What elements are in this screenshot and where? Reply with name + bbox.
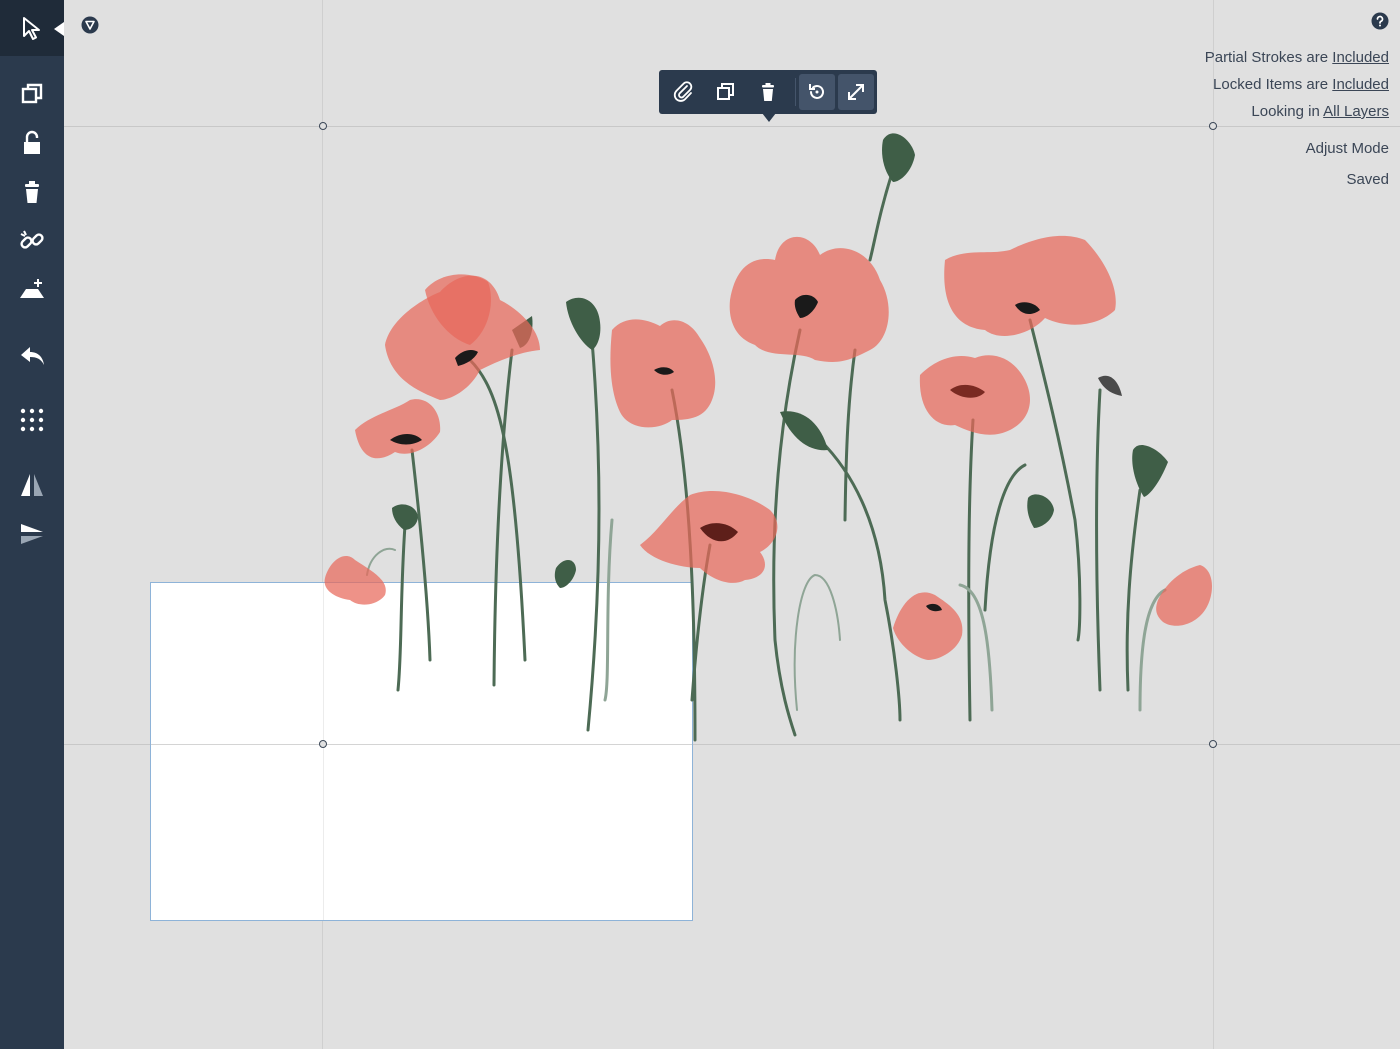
filter-icon[interactable] — [81, 16, 99, 34]
grid-button[interactable] — [0, 398, 64, 442]
mode-label: Adjust Mode — [1305, 140, 1389, 157]
toolbar-separator — [795, 78, 796, 106]
toolbar-delete-button[interactable] — [747, 74, 789, 110]
save-status: Saved — [1346, 171, 1389, 188]
select-icon — [23, 17, 40, 40]
attach-button[interactable] — [663, 74, 705, 110]
rotate-button[interactable] — [799, 74, 835, 110]
guide-over-rectangle-h — [151, 744, 692, 745]
duplicate-button[interactable] — [0, 72, 64, 116]
toolbar-duplicate-button[interactable] — [705, 74, 747, 110]
duplicate-icon — [717, 83, 734, 100]
guide-over-rectangle — [323, 583, 324, 920]
locked-items-toggle[interactable]: Included — [1332, 76, 1389, 93]
trash-icon — [762, 83, 774, 101]
select-tool-button[interactable] — [0, 0, 64, 56]
add-layer-icon — [20, 279, 44, 298]
expand-icon — [848, 84, 864, 100]
toolbar-pointer — [762, 113, 776, 122]
add-layer-button[interactable] — [0, 268, 64, 312]
duplicate-icon — [21, 83, 43, 104]
left-toolbar — [0, 0, 64, 1049]
layers-scope-toggle[interactable]: All Layers — [1323, 103, 1389, 120]
selection-guide-top — [64, 126, 1400, 127]
handle-bottom-left[interactable] — [319, 740, 327, 748]
help-icon[interactable] — [1371, 12, 1389, 30]
flip-horizontal-icon — [21, 474, 43, 496]
unlink-button[interactable] — [0, 219, 64, 263]
grid-icon — [20, 408, 44, 432]
lock-icon — [24, 130, 40, 154]
layers-scope-setting: Looking in All Layers — [1205, 102, 1389, 129]
partial-strokes-label: Partial Strokes are — [1204, 49, 1329, 66]
flip-horizontal-button[interactable] — [0, 463, 64, 507]
handle-top-left[interactable] — [319, 122, 327, 130]
locked-items-setting: Locked Items are Included — [1205, 75, 1389, 94]
trash-icon — [25, 181, 39, 203]
rotate-icon — [809, 84, 824, 99]
paperclip-icon — [673, 81, 693, 102]
delete-button[interactable] — [0, 170, 64, 214]
expand-button[interactable] — [838, 74, 874, 110]
handle-bottom-right[interactable] — [1209, 740, 1217, 748]
flip-vertical-button[interactable] — [0, 512, 64, 556]
partial-strokes-toggle[interactable]: Included — [1332, 49, 1389, 66]
undo-button[interactable] — [0, 334, 64, 378]
selection-toolbar — [659, 70, 877, 114]
white-rectangle-object[interactable] — [150, 582, 693, 921]
active-tool-caret — [54, 22, 64, 36]
flip-vertical-icon — [21, 524, 43, 544]
partial-strokes-setting: Partial Strokes are Included — [1205, 48, 1389, 75]
locked-items-label: Locked Items are — [1213, 76, 1329, 93]
selection-status-panel: Partial Strokes are Included Locked Item… — [1205, 48, 1389, 197]
undo-icon — [21, 347, 44, 365]
lock-button[interactable] — [0, 121, 64, 165]
unlink-icon — [20, 230, 44, 249]
layers-scope-label: Looking in — [1251, 103, 1320, 120]
